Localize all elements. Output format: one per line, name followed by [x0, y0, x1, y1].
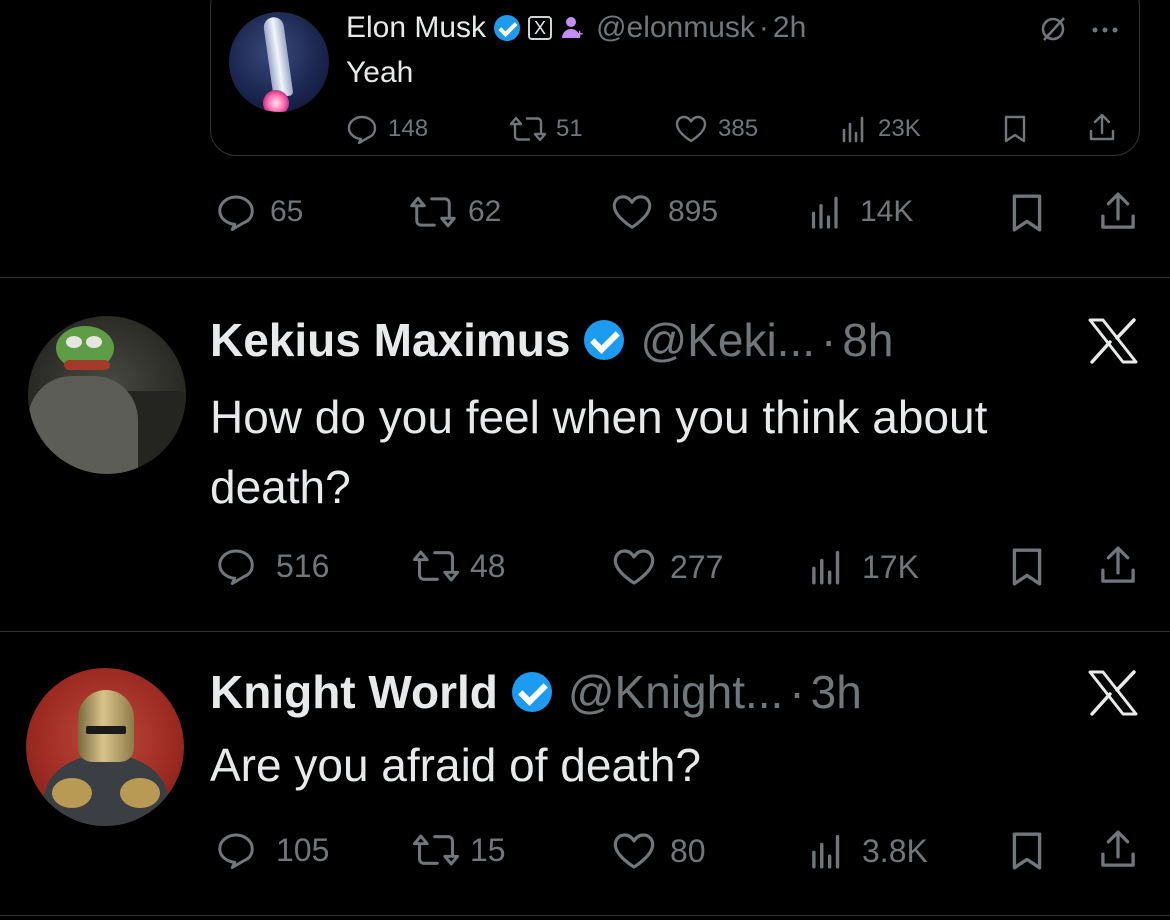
views-count: 23K: [878, 115, 921, 142]
bookmark-icon[interactable]: [1000, 114, 1030, 144]
repost-icon: [412, 834, 460, 866]
repost-icon: [410, 196, 456, 228]
tweet-views-button[interactable]: 3.8K: [806, 831, 928, 871]
like-icon: [613, 549, 655, 585]
share-icon[interactable]: [1086, 112, 1118, 144]
tweet-text-line: death?: [210, 461, 351, 513]
share-icon[interactable]: [1096, 190, 1140, 234]
views-icon: [811, 196, 838, 229]
parent-repost-button[interactable]: 62: [408, 193, 501, 231]
reply-count: 65: [270, 195, 304, 228]
tweet-repost-button[interactable]: 15: [408, 831, 506, 869]
separator-dot: ·: [821, 314, 837, 366]
grok-icon[interactable]: [1038, 14, 1068, 44]
tweet-author-handle[interactable]: @Keki...: [640, 313, 815, 367]
reply-count: 516: [276, 547, 330, 584]
like-icon: [613, 833, 655, 869]
quoted-author-handle[interactable]: @elonmusk: [596, 11, 755, 45]
bookmark-icon[interactable]: [1006, 546, 1048, 588]
quoted-like-button[interactable]: 385: [674, 114, 758, 144]
affiliate-icon: +: [560, 15, 586, 41]
tweet-text-line: Are you afraid of death?: [210, 739, 701, 791]
share-icon[interactable]: [1096, 544, 1140, 588]
tweet-timestamp[interactable]: 8h: [842, 313, 893, 367]
separator-dot: ·: [789, 666, 805, 718]
reply-icon: [218, 195, 254, 231]
views-count: 17K: [862, 548, 919, 585]
like-count: 80: [670, 832, 706, 869]
tweet-reply-button[interactable]: 516: [216, 547, 329, 585]
repost-count: 15: [470, 831, 506, 868]
tweet-like-button[interactable]: 80: [610, 831, 706, 871]
views-icon: [842, 116, 864, 143]
like-count: 385: [718, 115, 759, 142]
quoted-views-button[interactable]: 23K: [838, 114, 921, 144]
kekius-maximus-avatar[interactable]: [28, 316, 186, 474]
tweet-divider: [0, 915, 1170, 916]
quoted-author-row: Elon Musk X + @elonmusk · 2h: [346, 8, 806, 48]
like-icon: [675, 115, 707, 143]
reply-icon: [218, 549, 254, 585]
tweet-author-name[interactable]: Knight World: [210, 665, 498, 719]
views-icon: [812, 550, 840, 585]
quoted-tweet-text: Yeah: [346, 56, 414, 89]
verified-icon: [584, 320, 625, 360]
more-icon[interactable]: [1090, 26, 1120, 34]
like-icon: [612, 195, 652, 229]
quoted-repost-button[interactable]: 51: [508, 114, 583, 144]
repost-icon: [412, 550, 460, 582]
bookmark-icon[interactable]: [1006, 192, 1048, 234]
tweet-text: Are you afraid of death?: [210, 732, 701, 798]
repost-count: 51: [556, 115, 583, 142]
tweet-reply-button[interactable]: 105: [216, 831, 329, 869]
tweet-text-line: How do you feel when you think about: [210, 391, 988, 443]
reply-count: 148: [388, 115, 429, 142]
verified-icon: [494, 15, 521, 41]
bookmark-icon[interactable]: [1006, 830, 1048, 872]
tweet-divider: [0, 277, 1170, 278]
parent-reply-button[interactable]: 65: [216, 193, 303, 231]
tweet-author-row: Kekius Maximus @Keki... · 8h: [210, 312, 894, 368]
reply-count: 105: [276, 831, 330, 868]
views-icon: [812, 834, 840, 869]
tweet-author-row: Knight World @Knight... · 3h: [210, 664, 862, 720]
knight-world-avatar[interactable]: [26, 668, 184, 826]
like-count: 895: [668, 195, 719, 228]
verified-icon: [511, 672, 552, 712]
repost-count: 62: [468, 195, 502, 228]
quoted-author-avatar[interactable]: [229, 12, 329, 112]
x-logo-icon[interactable]: [1088, 318, 1138, 364]
tweet-like-button[interactable]: 277: [610, 547, 723, 587]
tweet-repost-button[interactable]: 48: [408, 547, 506, 585]
quoted-timestamp[interactable]: 2h: [773, 11, 806, 45]
tweet-views-button[interactable]: 17K: [806, 547, 919, 587]
tweet-divider: [0, 631, 1170, 632]
x-logo-icon[interactable]: [1088, 670, 1138, 716]
tweet-timestamp[interactable]: 3h: [811, 665, 862, 719]
repost-icon: [509, 116, 547, 142]
tweet-text: How do you feel when you think about dea…: [210, 382, 987, 522]
views-count: 14K: [860, 195, 914, 228]
quoted-author-name[interactable]: Elon Musk: [346, 11, 486, 45]
parent-views-button[interactable]: 14K: [806, 193, 913, 231]
reply-icon: [218, 833, 254, 869]
parent-like-button[interactable]: 895: [610, 193, 718, 231]
quoted-reply-button[interactable]: 148: [346, 114, 428, 144]
views-count: 3.8K: [862, 832, 928, 869]
like-count: 277: [670, 548, 724, 585]
share-icon[interactable]: [1096, 828, 1140, 872]
tweet-author-handle[interactable]: @Knight...: [568, 665, 783, 719]
separator-dot: ·: [758, 11, 769, 44]
reply-icon: [347, 115, 377, 144]
x-affiliate-badge: X: [528, 16, 553, 40]
repost-count: 48: [470, 547, 506, 584]
tweet-author-name[interactable]: Kekius Maximus: [210, 313, 570, 367]
